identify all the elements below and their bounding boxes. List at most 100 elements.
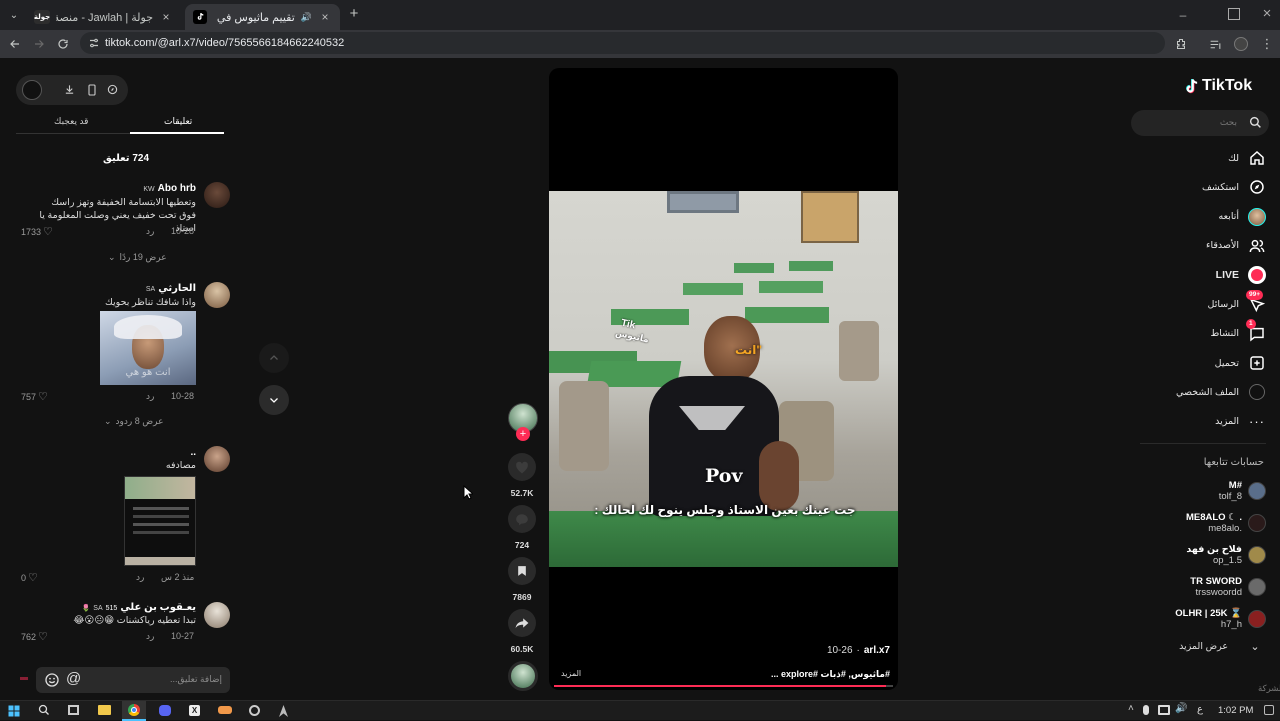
sidebar-item-more[interactable]: المزيد ··· [1215, 410, 1266, 434]
sidebar-item-upload[interactable]: تحميل [1215, 351, 1266, 375]
company-link[interactable]: الشركة [1258, 683, 1280, 694]
tab-liked[interactable]: قد يعجبك [54, 116, 88, 127]
sidebar-item-live[interactable]: LIVE [1216, 263, 1266, 287]
close-tab-icon[interactable]: × [159, 10, 173, 24]
comment-input-box[interactable]: @ إضافة تعليق... [36, 667, 230, 693]
clock-time[interactable]: 1:02 PM [1218, 705, 1253, 716]
extensions-icon[interactable] [1172, 35, 1190, 53]
microphone-icon[interactable] [1143, 705, 1149, 715]
mention-icon[interactable]: @ [66, 670, 81, 687]
forward-icon[interactable] [30, 35, 48, 53]
close-window-icon[interactable]: × [1260, 5, 1274, 22]
save-button[interactable] [508, 557, 536, 585]
notification-icon[interactable] [1264, 705, 1274, 715]
browser-tab-tiktok[interactable]: تقييم ماثيوس في المسلسل ... 🔊 × [185, 4, 340, 30]
close-tab-icon[interactable]: × [318, 10, 332, 24]
sidebar-item-home[interactable]: لك [1228, 146, 1266, 170]
new-tab-button[interactable]: + [346, 6, 362, 22]
sidebar-item-compass[interactable]: استكشف [1202, 175, 1266, 199]
following-account-item[interactable]: OLHR | 25K ⌛ h7_h [1175, 604, 1266, 634]
sidebar-item-messages[interactable]: الرسائل 99+ [1207, 289, 1266, 317]
comment-image[interactable] [124, 476, 196, 566]
reply-link[interactable]: رد [146, 631, 154, 642]
sidebar-item-friends[interactable]: الأصدقاء [1206, 234, 1266, 258]
discord-icon[interactable] [159, 705, 171, 716]
like-button[interactable] [508, 453, 536, 481]
steam-icon[interactable] [249, 705, 260, 716]
show-more-button[interactable]: عرض المزيد ⌄ [1179, 640, 1264, 653]
chrome-taskbar-icon[interactable] [122, 701, 146, 721]
back-icon[interactable] [6, 35, 24, 53]
video-hashtags[interactable]: #ماثيوس, #ذبات #explore ... [771, 669, 890, 680]
following-account-item[interactable]: فلاح بن فهد op_1.5 [1186, 540, 1266, 570]
notification-badge: 99+ [1246, 289, 1264, 300]
download-icon[interactable] [64, 84, 75, 95]
user-avatar[interactable] [22, 80, 42, 100]
task-view-icon[interactable] [68, 705, 79, 715]
maximize-icon[interactable] [1228, 8, 1240, 20]
file-explorer-icon[interactable] [98, 705, 111, 715]
progress-track[interactable] [554, 685, 893, 687]
profile-avatar-icon[interactable] [1232, 35, 1250, 53]
sidebar-item-following-avatar[interactable]: أتابعه [1219, 205, 1266, 229]
comment-author[interactable]: الحارثي [158, 283, 196, 294]
reply-link[interactable]: رد [146, 391, 154, 402]
tray-chevron-icon[interactable]: ˄ [1128, 703, 1134, 714]
comment-author[interactable]: .. [190, 447, 196, 458]
commenter-avatar[interactable] [204, 446, 230, 472]
menu-kebab-icon[interactable]: ⋮ [1258, 35, 1276, 53]
share-button[interactable] [508, 609, 536, 637]
phone-icon[interactable] [87, 84, 97, 96]
compass-share-icon[interactable] [107, 84, 118, 95]
view-replies-button[interactable]: عرض 8 ردود ⌄ [104, 416, 164, 427]
view-replies-button[interactable]: عرض 19 ردًا ⌄ [108, 252, 167, 263]
video-author-handle[interactable]: arl.x7 [864, 645, 890, 656]
windows-start-icon[interactable] [8, 705, 20, 717]
video-player[interactable]: Tik ماثيوس انت" Pov جت عينك بعين الاستاذ… [549, 68, 898, 690]
taskbar-search-icon[interactable] [38, 704, 50, 716]
tiktok-logo[interactable]: TikTok [1184, 77, 1252, 95]
browser-tab-jawlah[interactable]: × جولة | Jawlah - منصة الألعاب الا... جو… [26, 4, 181, 30]
reload-icon[interactable] [54, 35, 72, 53]
game-app-icon[interactable] [218, 706, 232, 714]
keyboard-language[interactable]: ع [1197, 704, 1203, 715]
music-disc-avatar[interactable] [508, 661, 538, 691]
reply-link[interactable]: رد [146, 226, 154, 237]
minimize-icon[interactable]: – [1176, 8, 1190, 22]
volume-icon[interactable]: 🔊 [1175, 703, 1187, 714]
comment-author[interactable]: يعـقوب بن علي [120, 602, 196, 613]
comment-text: مصادفه [165, 460, 196, 471]
commenter-avatar[interactable] [204, 182, 230, 208]
reply-link[interactable]: رد [136, 572, 144, 583]
following-account-item[interactable]: TR SWORD trsswoordd [1190, 572, 1266, 602]
commenter-avatar[interactable] [204, 602, 230, 628]
pinned-app-icon[interactable] [279, 705, 288, 717]
site-info-icon[interactable] [88, 37, 100, 49]
sidebar-item-activity[interactable]: النشاط 1 [1210, 318, 1266, 346]
comment-image[interactable]: انت هو هي [100, 311, 196, 385]
comment-like-button[interactable]: 757 ♡ [21, 390, 48, 403]
emoji-picker-icon[interactable] [44, 672, 60, 688]
following-account-item[interactable]: M# tolf_8 [1219, 476, 1266, 506]
comment-button[interactable] [508, 505, 536, 533]
tab-comments[interactable]: تعليقات [164, 116, 192, 127]
tab-search-button[interactable]: ⌄ [6, 7, 22, 23]
comment-like-button[interactable]: 0 ♡ [21, 571, 38, 584]
commenter-avatar[interactable] [204, 282, 230, 308]
sidebar-item-profile[interactable]: الملف الشخصي [1176, 380, 1266, 404]
comment-author[interactable]: Abo hrb [158, 183, 196, 194]
app-icon[interactable]: X [189, 705, 200, 716]
see-more-link[interactable]: المزيد [561, 669, 581, 678]
sidebar-item-label: الرسائل [1207, 299, 1239, 310]
previous-video-button[interactable] [259, 343, 289, 373]
comment-like-button[interactable]: 1733 ♡ [21, 225, 53, 238]
network-icon[interactable] [1158, 705, 1170, 715]
search-icon[interactable] [1249, 116, 1262, 129]
following-account-item[interactable]: ME8ALO ☾ . me8alo. [1186, 508, 1266, 538]
next-video-button[interactable] [259, 385, 289, 415]
follow-plus-icon[interactable]: + [516, 427, 530, 441]
comment-like-button[interactable]: 762 ♡ [21, 630, 48, 643]
search-box[interactable]: بحث [1131, 110, 1269, 136]
media-controls-icon[interactable] [1206, 35, 1224, 53]
address-bar[interactable]: tiktok.com/@arl.x7/video/756556618466224… [80, 32, 1165, 54]
